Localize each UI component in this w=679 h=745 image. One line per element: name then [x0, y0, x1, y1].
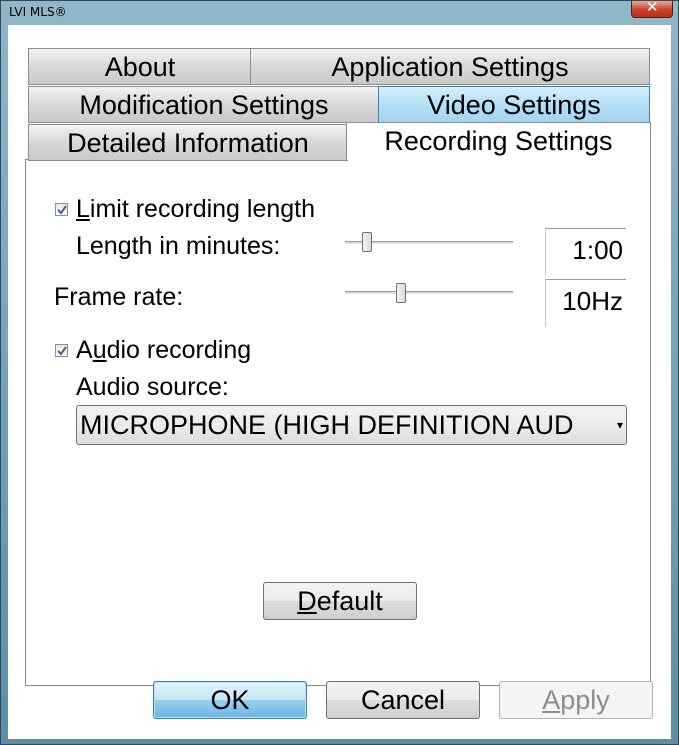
close-button[interactable]: ✕ — [631, 0, 673, 18]
audio-recording-text-rest: dio recording — [106, 336, 252, 364]
length-value: 1:00 — [545, 228, 626, 276]
default-button[interactable]: Default — [263, 582, 417, 620]
length-in-minutes-label: Length in minutes: — [76, 232, 281, 260]
audio-source-label: Audio source: — [76, 373, 229, 401]
audio-recording-checkbox[interactable] — [55, 344, 68, 357]
tab-recording-settings[interactable]: Recording Settings — [346, 122, 651, 160]
dialog-window: LVI MLS® ✕ About Application Settings Mo… — [0, 0, 679, 745]
audio-recording-mnemonic: u — [92, 336, 107, 364]
apply-button[interactable]: Apply — [499, 681, 653, 719]
tab-about[interactable]: About — [28, 48, 252, 85]
audio-recording-text-a: A — [76, 336, 93, 364]
frame-rate-slider-thumb[interactable] — [395, 283, 406, 303]
apply-text: pply — [560, 685, 610, 715]
close-icon: ✕ — [646, 0, 659, 16]
window-title: LVI MLS® — [9, 5, 67, 19]
limit-recording-mnemonic: L — [76, 195, 90, 223]
tab-video-settings[interactable]: Video Settings — [378, 86, 650, 123]
tab-modification-settings[interactable]: Modification Settings — [28, 86, 380, 123]
default-text: efault — [316, 586, 383, 616]
dialog-client: About Application Settings Modification … — [8, 25, 671, 739]
audio-recording-label[interactable]: Audio recording — [76, 336, 251, 365]
check-icon — [57, 205, 67, 215]
tab-application-settings[interactable]: Application Settings — [250, 48, 650, 85]
limit-recording-checkbox[interactable] — [55, 203, 68, 216]
check-icon — [57, 346, 67, 356]
length-slider-thumb[interactable] — [362, 232, 373, 252]
frame-rate-label: Frame rate: — [54, 283, 184, 311]
audio-source-dropdown[interactable]: MICROPHONE (HIGH DEFINITION AUD ▾ — [76, 405, 627, 445]
frame-rate-value: 10Hz — [545, 279, 626, 327]
apply-mnemonic: A — [542, 685, 561, 715]
audio-source-value: MICROPHONE (HIGH DEFINITION AUD — [80, 410, 574, 440]
default-mnemonic: D — [297, 586, 317, 616]
dropdown-arrow-icon: ▾ — [616, 418, 623, 432]
frame-rate-slider-track[interactable] — [345, 291, 513, 294]
cancel-button[interactable]: Cancel — [326, 681, 480, 719]
title-bar[interactable]: LVI MLS® ✕ — [1, 0, 678, 25]
tab-detailed-information[interactable]: Detailed Information — [28, 124, 348, 161]
ok-button[interactable]: OK — [153, 681, 307, 719]
limit-recording-label[interactable]: Limit recording length — [76, 195, 315, 224]
limit-recording-text: imit recording length — [89, 195, 316, 223]
